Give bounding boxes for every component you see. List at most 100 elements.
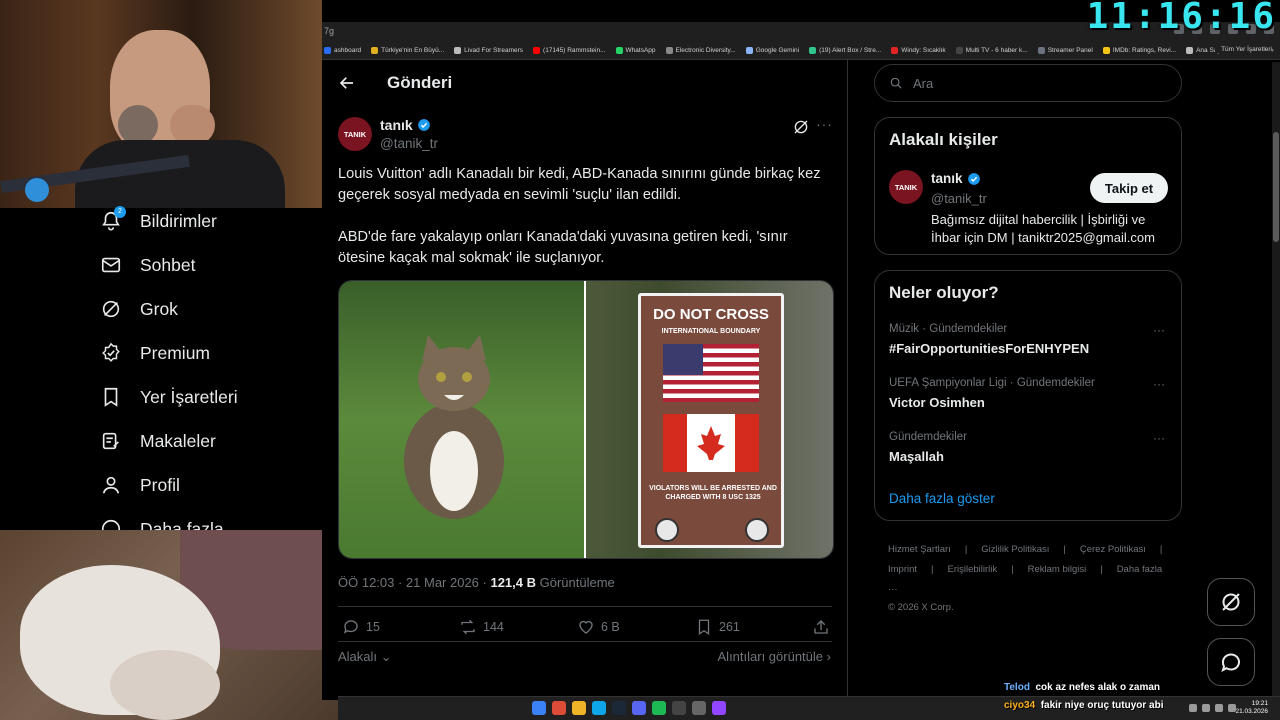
bookmark-label: Multi TV - 6 haber k... (965, 47, 1028, 54)
all-bookmarks-folder[interactable]: Tüm Yer İşaretleri (1215, 46, 1272, 53)
spotify-icon[interactable] (652, 701, 666, 715)
show-more-link[interactable]: Daha fazla göster (889, 491, 995, 506)
footer-link[interactable]: Reklam bilgisi (1028, 564, 1087, 575)
back-arrow-icon[interactable] (338, 74, 356, 92)
heart-icon (579, 620, 593, 634)
chevron-right-icon: › (826, 649, 831, 664)
trend-more-icon[interactable]: ··· (1153, 377, 1165, 391)
related-avatar[interactable]: TANIK (889, 170, 923, 204)
nav-label: Yer İşaretleri (140, 386, 238, 407)
nav-profile[interactable]: Profil (100, 474, 180, 496)
messages-fab-button[interactable] (1207, 638, 1255, 686)
bookmark-item[interactable]: Livad For Streamers (454, 47, 523, 54)
nav-label: Bildirimler (140, 210, 217, 231)
bookmark-item[interactable]: (17145) Rammstein... (533, 47, 606, 54)
post-more-icon[interactable]: ··· (816, 116, 833, 132)
nav-grok[interactable]: Grok (100, 298, 178, 320)
bookmark-favicon-icon (955, 47, 963, 54)
grok-explain-icon[interactable] (792, 118, 810, 136)
footer-link[interactable]: Imprint (888, 564, 917, 575)
post-actions: 15 144 6 B 261 (338, 618, 832, 640)
obs-icon[interactable] (692, 701, 706, 715)
footer-link[interactable]: Çerez Politikası (1080, 544, 1146, 555)
page-scrollbar[interactable] (1272, 62, 1280, 702)
footer-separator: | (1159, 544, 1163, 555)
bookmark-item[interactable]: WhatsApp (615, 47, 656, 54)
author-name-text[interactable]: tanık (380, 117, 413, 133)
author-handle[interactable]: @tanik_tr (380, 136, 438, 151)
bookmark-item[interactable]: ashboard (324, 47, 361, 54)
bookmark-icon (698, 619, 710, 636)
search-box[interactable] (874, 64, 1182, 102)
nav-messages[interactable]: Sohbet (100, 254, 195, 276)
bookmark-favicon-icon (745, 47, 753, 54)
share-button[interactable] (812, 618, 830, 636)
bookmark-favicon-icon (891, 47, 899, 54)
like-button[interactable]: 6 B (577, 618, 620, 636)
taskbar-clock[interactable]: 19:21 21.03.2026 (1235, 700, 1268, 716)
bookmark-item[interactable]: IMDb: Ratings, Revi... (1102, 47, 1176, 54)
bookmark-item[interactable]: Streamer Panel (1037, 47, 1093, 54)
related-name[interactable]: tanık (931, 171, 981, 186)
repost-button[interactable]: 144 (459, 618, 504, 636)
footer-separator: | (964, 544, 968, 555)
divider (338, 606, 832, 607)
post-media[interactable]: DO NOT CROSS INTERNATIONAL BOUNDARY VIOL… (338, 280, 834, 559)
nav-articles[interactable]: Makaleler (100, 430, 216, 452)
premium-badge-icon (102, 342, 120, 362)
post-timestamp[interactable]: ÖÖ 12:03 · 21 Mar 2026 · (338, 575, 490, 590)
chat-username: ciyo34 (1004, 700, 1036, 711)
steam-icon[interactable] (612, 701, 626, 715)
footer-link[interactable]: Hizmet Şartları (888, 544, 951, 555)
app-icon[interactable] (672, 701, 686, 715)
nav-premium[interactable]: Premium (100, 342, 210, 364)
chrome-icon[interactable] (552, 701, 566, 715)
system-tray[interactable] (1189, 704, 1236, 712)
border-sign-photo[interactable]: DO NOT CROSS INTERNATIONAL BOUNDARY VIOL… (584, 281, 833, 558)
related-name-text[interactable]: tanık (931, 171, 963, 186)
bookmark-item[interactable]: Multi TV - 6 haber k... (955, 47, 1028, 54)
bookmark-item[interactable]: Electronic Diversity... (665, 47, 736, 54)
bookmark-item[interactable]: Windy: Sıcaklık (891, 47, 946, 54)
border-sign: DO NOT CROSS INTERNATIONAL BOUNDARY VIOL… (638, 293, 784, 548)
chat-bubble-icon (1221, 653, 1240, 672)
start-icon[interactable] (532, 701, 546, 715)
page-title: Gönderi (387, 73, 453, 92)
discord-icon[interactable] (632, 701, 646, 715)
trend-more-icon[interactable]: ··· (1153, 323, 1165, 337)
url-fragment[interactable]: 7g (324, 26, 334, 36)
footer-link[interactable]: Gizlilik Politikası (981, 544, 1049, 555)
view-quotes-link[interactable]: Alıntıları görüntüle › (718, 649, 831, 664)
bookmark-item[interactable]: Türkiye'nin En Büyü... (371, 47, 444, 54)
trend-category: Gündemdekiler (889, 431, 967, 443)
post-header: Gönderi (322, 60, 848, 106)
edge-icon[interactable] (592, 701, 606, 715)
grok-fab-button[interactable] (1207, 578, 1255, 626)
twitch-icon[interactable] (712, 701, 726, 715)
author-avatar[interactable]: TANIK (338, 117, 372, 151)
bookmark-button[interactable]: 261 (695, 618, 740, 636)
bookmark-favicon-icon (454, 47, 462, 54)
sort-replies-dropdown[interactable]: Alakalı ⌄ (338, 649, 392, 665)
scroll-thumb[interactable] (1273, 132, 1279, 242)
seal-icon (745, 518, 769, 542)
bookmark-favicon-icon (371, 47, 379, 54)
bookmark-item[interactable]: Google Gemini (745, 47, 799, 54)
nav-bookmarks[interactable]: Yer İşaretleri (100, 386, 238, 408)
cat-photo[interactable] (339, 281, 584, 558)
author-name[interactable]: tanık (380, 117, 431, 133)
nav-label: Makaleler (140, 430, 216, 451)
reply-button[interactable]: 15 (342, 618, 380, 636)
footer-link[interactable]: Daha fazla ··· (888, 564, 1162, 595)
bookmark-item[interactable]: (19) Alert Box / Stre... (809, 47, 881, 54)
taskbar-date: 21.03.2026 (1235, 708, 1268, 715)
nav-notifications[interactable]: 2 Bildirimler (100, 206, 217, 232)
footer-link[interactable]: Erişilebilirlik (948, 564, 998, 575)
related-handle[interactable]: @tanik_tr (931, 191, 987, 206)
search-input[interactable] (913, 75, 1153, 91)
folder-icon[interactable] (572, 701, 586, 715)
follow-button[interactable]: Takip et (1090, 173, 1168, 203)
divider (338, 641, 832, 642)
us-flag-icon (663, 344, 759, 402)
trend-more-icon[interactable]: ··· (1153, 431, 1165, 445)
